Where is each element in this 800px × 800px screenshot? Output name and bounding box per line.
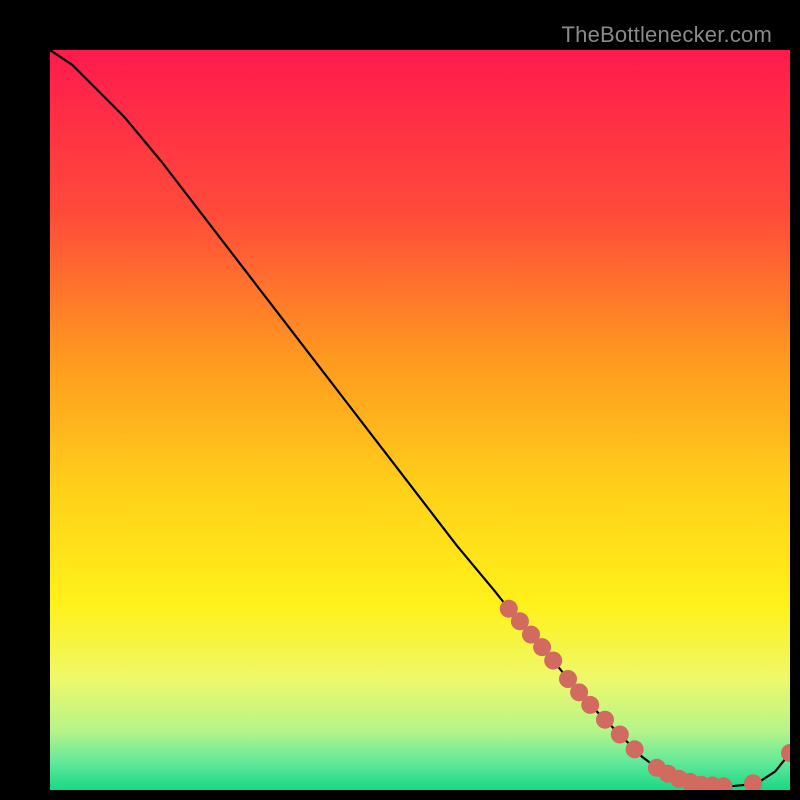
chart-frame: TheBottlenecker.com	[20, 20, 780, 780]
chart-marker	[626, 740, 644, 758]
chart-marker	[611, 726, 629, 744]
chart-marker	[544, 652, 562, 670]
chart-marker	[596, 711, 614, 729]
chart-svg	[50, 50, 790, 790]
chart-marker	[581, 696, 599, 714]
watermark-text: TheBottlenecker.com	[562, 22, 772, 48]
chart-plot	[50, 50, 790, 790]
